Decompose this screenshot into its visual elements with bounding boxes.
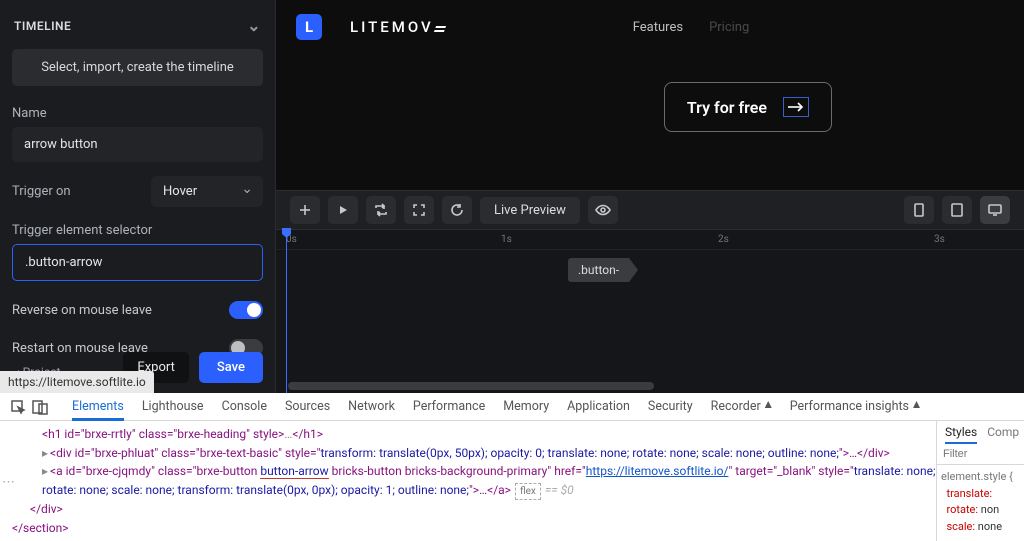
site-nav: L LITEMOV Features Pricing xyxy=(276,0,1024,54)
devtools-tabbar: Elements Lighthouse Console Sources Netw… xyxy=(0,393,1024,421)
sidebar-heading: TIMELINE ⌄ xyxy=(12,12,263,49)
sidebar-title: TIMELINE xyxy=(14,19,71,33)
selector-label: Trigger element selector xyxy=(12,223,152,238)
tab-security[interactable]: Security xyxy=(648,393,693,420)
device-toggle-icon[interactable] xyxy=(32,399,48,415)
timeline-scrollbar[interactable] xyxy=(288,382,654,390)
overflow-dots-icon[interactable]: ⋯ xyxy=(2,475,15,490)
cta-label: Try for free xyxy=(687,98,767,117)
play-button[interactable] xyxy=(328,196,358,224)
timeline-track[interactable]: 0s 1s 2s 3s xyxy=(276,230,1024,393)
url-status-hint: https://litemove.softlite.io xyxy=(0,371,154,393)
dom-tree[interactable]: <h1 id="brxe-rrtly" class="brxe-heading"… xyxy=(0,421,936,541)
collapse-icon[interactable]: ⌄ xyxy=(247,16,261,35)
fullscreen-button[interactable] xyxy=(404,196,434,224)
name-input[interactable] xyxy=(12,127,263,162)
reverse-toggle[interactable] xyxy=(229,301,263,319)
timeline-toolbar: Live Preview xyxy=(276,190,1024,230)
device-tablet-button[interactable] xyxy=(942,196,972,224)
styles-tab-computed[interactable]: Comp xyxy=(987,425,1019,444)
nav-pricing[interactable]: Pricing xyxy=(709,20,749,35)
timeline-item-tag[interactable]: .button- xyxy=(568,258,629,282)
add-button[interactable] xyxy=(290,196,320,224)
tab-sources[interactable]: Sources xyxy=(285,393,330,420)
trigger-select[interactable]: Hover xyxy=(151,176,263,207)
visibility-button[interactable] xyxy=(588,196,618,224)
tab-lighthouse[interactable]: Lighthouse xyxy=(142,393,204,420)
device-mobile-button[interactable] xyxy=(904,196,934,224)
selector-input[interactable] xyxy=(12,244,263,281)
trigger-label: Trigger on xyxy=(12,184,71,199)
create-timeline-button[interactable]: Select, import, create the timeline xyxy=(12,49,263,86)
inspect-icon[interactable] xyxy=(10,399,26,415)
live-preview-button[interactable]: Live Preview xyxy=(480,197,580,224)
nav-features[interactable]: Features xyxy=(633,20,683,35)
logo-icon: L xyxy=(296,14,322,40)
device-desktop-button[interactable] xyxy=(980,196,1010,224)
tab-performance[interactable]: Performance xyxy=(413,393,485,420)
reverse-label: Reverse on mouse leave xyxy=(12,303,152,318)
timeline-sidebar: TIMELINE ⌄ Select, import, create the ti… xyxy=(0,0,276,393)
styles-filter-input[interactable] xyxy=(937,444,1024,465)
name-label: Name xyxy=(12,106,263,121)
reload-button[interactable] xyxy=(442,196,472,224)
styles-tab-styles[interactable]: Styles xyxy=(945,425,977,444)
playhead[interactable] xyxy=(286,230,287,393)
brand-text: LITEMOV xyxy=(350,18,445,36)
tab-recorder[interactable]: Recorder xyxy=(711,393,772,420)
try-for-free-button[interactable]: Try for free xyxy=(664,82,832,132)
tab-console[interactable]: Console xyxy=(222,393,267,420)
loop-button[interactable] xyxy=(366,196,396,224)
preview-canvas: L LITEMOV Features Pricing Try for free … xyxy=(276,0,1024,393)
save-button[interactable]: Save xyxy=(199,352,263,383)
styles-body[interactable]: element.style { translate: rotate: non s… xyxy=(937,465,1024,539)
styles-panel: Styles Comp element.style { translate: r… xyxy=(936,421,1024,541)
tab-network[interactable]: Network xyxy=(348,393,395,420)
tab-memory[interactable]: Memory xyxy=(503,393,549,420)
tab-perf-insights[interactable]: Performance insights xyxy=(790,393,920,420)
devtools: Elements Lighthouse Console Sources Netw… xyxy=(0,393,1024,541)
tab-elements[interactable]: Elements xyxy=(72,393,124,421)
tab-application[interactable]: Application xyxy=(567,393,630,420)
timeline-ruler: 0s 1s 2s 3s xyxy=(276,230,1024,250)
arrow-icon xyxy=(783,97,809,117)
